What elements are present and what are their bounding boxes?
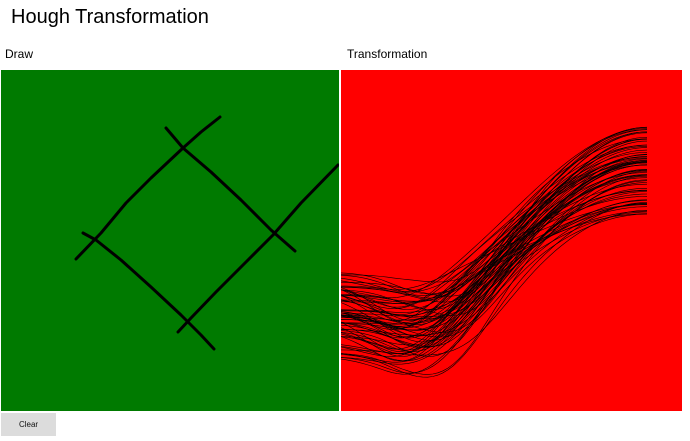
draw-canvas[interactable]: [1, 70, 339, 411]
draw-panel-label: Draw: [5, 47, 34, 61]
app-window: Hough Transformation Draw Transformation…: [0, 0, 690, 441]
hough-transform-canvas: [341, 70, 682, 411]
transformation-panel-label: Transformation: [347, 47, 428, 61]
page-title: Hough Transformation: [11, 6, 209, 28]
clear-button[interactable]: Clear: [1, 413, 56, 436]
draw-canvas-background: [1, 70, 339, 411]
